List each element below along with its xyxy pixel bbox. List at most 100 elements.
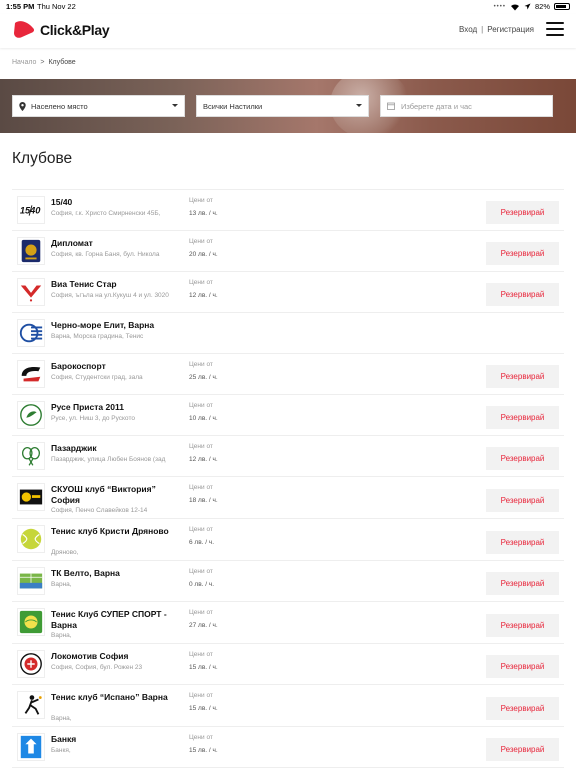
club-row[interactable]: Барокоспорт София, Студентски град, зала Ц… <box>12 354 564 395</box>
club-price: 18 лв. / ч. <box>189 497 218 504</box>
club-name[interactable]: Русе Приста 2011 <box>51 402 187 413</box>
auth-separator: | <box>481 25 484 34</box>
club-name[interactable]: Тенис Клуб СУПЕР СПОРТ - Варна <box>51 609 187 631</box>
status-indicators: •••• 82% <box>494 2 570 11</box>
club-name[interactable]: Виа Тенис Стар <box>51 279 187 290</box>
velto-court-logo-icon <box>17 567 45 595</box>
price-label: Цени от <box>189 734 213 741</box>
date-time-input[interactable]: Изберете дата и час <box>380 95 553 117</box>
breadcrumb-current: Клубове <box>48 59 76 66</box>
clickplay-mark-icon <box>14 21 35 38</box>
surface-select[interactable]: Всички Настилки <box>196 95 369 117</box>
club-price: 6 лв. / ч. <box>189 539 215 546</box>
status-bar: 1:55 PM Thu Nov 22 •••• 82% <box>0 0 576 14</box>
book-button[interactable]: Резервирай <box>486 489 559 512</box>
brand-logo[interactable]: Click&Play <box>12 20 110 40</box>
chevron-down-icon <box>172 104 178 107</box>
price-label: Цени от <box>189 651 213 658</box>
club-row[interactable]: СКУОШ клуб “Виктория” София София, Пенчо … <box>12 477 564 519</box>
club-name[interactable]: Дипломат <box>51 238 187 249</box>
club-row[interactable]: Дипломат София, кв. Горна Баня, бул. Нико… <box>12 231 564 272</box>
club-row[interactable]: Черно-море Елит, Варна Варна, Морска град… <box>12 313 564 354</box>
club-address: Варна, <box>51 715 72 722</box>
breadcrumb-home[interactable]: Начало <box>12 59 36 66</box>
price-label: Цени от <box>189 443 213 450</box>
price-label: Цени от <box>189 484 213 491</box>
status-date: Thu Nov 22 <box>37 2 76 11</box>
chevron-down-icon <box>356 104 362 107</box>
club-row[interactable]: Тенис клуб “Испано” Варна Варна, Цени от 15… <box>12 685 564 727</box>
club-name[interactable]: ТК Велто, Варна <box>51 568 187 579</box>
surface-select-value: Всички Настилки <box>203 101 263 111</box>
kristi-ball-logo-icon <box>17 525 45 553</box>
via-tennis-star-logo-icon <box>17 278 45 306</box>
book-button[interactable]: Резервирай <box>486 242 559 265</box>
book-button[interactable]: Резервирай <box>486 447 559 470</box>
book-button[interactable]: Резервирай <box>486 406 559 429</box>
super-sport-logo-icon <box>17 608 45 636</box>
club-name[interactable]: Тенис клуб “Испано” Варна <box>51 692 187 703</box>
battery-percent: 82% <box>534 2 550 11</box>
book-button[interactable]: Резервирай <box>486 738 559 761</box>
club-row[interactable]: Банкя Банкя, Цени от 15 лв. / ч. Резервирай <box>12 727 564 768</box>
club-price: 12 лв. / ч. <box>189 292 218 299</box>
auth-links: Вход | Регистрация <box>459 25 534 34</box>
location-pin-icon <box>19 101 26 111</box>
club-name[interactable]: СКУОШ клуб “Виктория” София <box>51 484 187 506</box>
club-name[interactable]: Тенис клуб Кристи Дряново <box>51 526 187 537</box>
login-link[interactable]: Вход <box>459 25 477 34</box>
club-row[interactable]: Русе Приста 2011 Русе, ул. Ниш 3, до Руск… <box>12 395 564 436</box>
ispano-player-logo-icon <box>17 691 45 719</box>
book-button[interactable]: Резервирай <box>486 365 559 388</box>
register-link[interactable]: Регистрация <box>487 25 534 34</box>
site-header: Click&Play Вход | Регистрация <box>0 14 576 48</box>
city-select-value: Населено място <box>31 101 88 111</box>
club-name[interactable]: Локомотив София <box>51 651 187 662</box>
club-name[interactable]: Барокоспорт <box>51 361 187 372</box>
diplomat-crest-logo-icon <box>17 237 45 265</box>
page-title: Клубове <box>12 150 73 167</box>
book-button[interactable]: Резервирай <box>486 655 559 678</box>
club-row[interactable]: 15 40 15/40 София, г.к. Христо Смирненски 4… <box>12 190 564 231</box>
club-row[interactable]: ТК Велто, Варна Варна, Цени от 0 лв. / ч. Ре… <box>12 561 564 602</box>
club-name[interactable]: Пазарджик <box>51 443 187 454</box>
status-time: 1:55 PM <box>6 2 35 11</box>
club-address: Варна, Морска градина, Тенис <box>51 333 144 340</box>
date-time-placeholder: Изберете дата и час <box>401 101 472 111</box>
club-price: 27 лв. / ч. <box>189 622 218 629</box>
club-row[interactable]: Тенис Клуб СУПЕР СПОРТ - Варна Варна, Цени… <box>12 602 564 644</box>
club-price: 15 лв. / ч. <box>189 664 218 671</box>
club-name[interactable]: 15/40 <box>51 197 187 208</box>
book-button[interactable]: Резервирай <box>486 531 559 554</box>
1540-logo-icon: 15 40 <box>17 196 45 224</box>
book-button[interactable]: Резервирай <box>486 283 559 306</box>
bankya-logo-icon <box>17 733 45 761</box>
price-label: Цени от <box>189 238 213 245</box>
victoria-squash-logo-icon <box>17 483 45 511</box>
price-label: Цени от <box>189 526 213 533</box>
club-name[interactable]: Черно-море Елит, Варна <box>51 320 187 331</box>
location-arrow-icon <box>524 3 531 10</box>
club-address: Пазарджик, улица Любен Боянов (зад <box>51 456 166 463</box>
battery-icon <box>554 3 570 10</box>
price-label: Цени от <box>189 609 213 616</box>
pazardzhik-rackets-logo-icon <box>17 442 45 470</box>
price-label: Цени от <box>189 197 213 204</box>
club-price: 12 лв. / ч. <box>189 456 218 463</box>
book-button[interactable]: Резервирай <box>486 614 559 637</box>
club-address: София, ъгъла на ул.Кукуш 4 и ул. 3020 <box>51 292 169 299</box>
club-row[interactable]: Локомотив София София, София, бул. Рожен … <box>12 644 564 685</box>
book-button[interactable]: Резервирай <box>486 201 559 224</box>
book-button[interactable]: Резервирай <box>486 572 559 595</box>
price-label: Цени от <box>189 402 213 409</box>
club-row[interactable]: Виа Тенис Стар София, ъгъла на ул.Кукуш 4… <box>12 272 564 313</box>
menu-icon[interactable] <box>546 22 564 36</box>
club-row[interactable]: Тенис клуб Кристи Дряново Дряново, Цени от… <box>12 519 564 561</box>
book-button[interactable]: Резервирай <box>486 697 559 720</box>
price-label: Цени от <box>189 361 213 368</box>
city-select[interactable]: Населено място <box>12 95 185 117</box>
barokosport-logo-icon <box>17 360 45 388</box>
club-row[interactable]: Пазарджик Пазарджик, улица Любен Боянов (… <box>12 436 564 477</box>
club-name[interactable]: Банкя <box>51 734 187 745</box>
club-address: София, София, бул. Рожен 23 <box>51 664 143 671</box>
